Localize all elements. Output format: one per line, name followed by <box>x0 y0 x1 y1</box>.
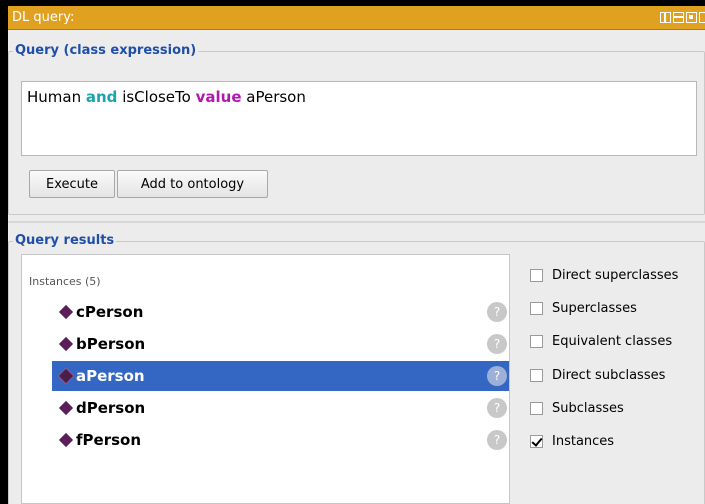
maximize-icon[interactable] <box>686 12 697 23</box>
option-superclasses[interactable]: Superclasses <box>530 298 705 318</box>
option-label: Instances <box>552 433 615 449</box>
option-instances[interactable]: Instances <box>530 431 705 451</box>
checkbox[interactable] <box>530 368 543 382</box>
checkbox-checked[interactable] <box>530 434 543 448</box>
expr-part: isCloseTo <box>117 88 196 106</box>
list-item-selected[interactable]: aPerson ? <box>52 361 509 391</box>
option-subclasses[interactable]: Subclasses <box>530 398 705 418</box>
window-controls <box>660 12 705 23</box>
keyword-and: and <box>85 88 118 106</box>
individual-icon <box>58 336 74 352</box>
help-icon[interactable]: ? <box>487 430 507 450</box>
option-direct-subclasses[interactable]: Direct subclasses <box>530 365 705 385</box>
option-label: Direct subclasses <box>552 367 666 383</box>
item-label: dPerson <box>76 399 146 417</box>
list-item[interactable]: dPerson ? <box>52 393 509 423</box>
individual-icon <box>58 400 74 416</box>
list-header: Instances (5) <box>29 275 101 288</box>
title-bar: DL query: <box>8 6 705 30</box>
item-label: bPerson <box>76 335 146 353</box>
item-label: fPerson <box>76 431 142 449</box>
query-editor[interactable]: Human and isCloseTo value aPerson <box>21 81 697 156</box>
query-expression: Human and isCloseTo value aPerson <box>27 88 306 106</box>
window-title: DL query: <box>12 10 75 25</box>
float-icon[interactable] <box>673 12 684 23</box>
help-icon[interactable]: ? <box>487 366 507 386</box>
option-direct-superclasses[interactable]: Direct superclasses <box>530 265 705 285</box>
execute-button[interactable]: Execute <box>29 170 115 198</box>
list-item[interactable]: fPerson ? <box>52 425 509 455</box>
query-legend: Query (class expression) <box>13 43 199 58</box>
item-label: aPerson <box>76 367 145 385</box>
help-icon[interactable]: ? <box>487 302 507 322</box>
option-equivalent-classes[interactable]: Equivalent classes <box>530 331 705 351</box>
keyword-value: value <box>195 88 242 106</box>
add-to-ontology-button[interactable]: Add to ontology <box>117 170 268 198</box>
individual-icon <box>58 368 74 384</box>
list-item[interactable]: bPerson ? <box>52 329 509 359</box>
checkbox[interactable] <box>530 301 543 315</box>
checkbox[interactable] <box>530 334 543 348</box>
checkbox[interactable] <box>530 401 543 415</box>
results-list[interactable]: Instances (5) cPerson ? bPerson ? aPerso… <box>21 254 510 504</box>
expr-part: aPerson <box>241 88 306 106</box>
help-icon[interactable]: ? <box>487 334 507 354</box>
list-item[interactable]: cPerson ? <box>52 297 509 327</box>
results-legend: Query results <box>13 233 117 248</box>
individual-icon <box>58 304 74 320</box>
close-icon[interactable] <box>699 12 705 23</box>
checkbox[interactable] <box>530 268 543 282</box>
individual-icon <box>58 432 74 448</box>
option-label: Superclasses <box>552 300 637 316</box>
help-icon[interactable]: ? <box>487 398 507 418</box>
option-label: Direct superclasses <box>552 267 679 283</box>
option-label: Equivalent classes <box>552 333 673 349</box>
expr-part: Human <box>27 88 86 106</box>
section-divider <box>8 221 705 223</box>
option-label: Subclasses <box>552 400 624 416</box>
item-label: cPerson <box>76 303 144 321</box>
split-view-icon[interactable] <box>660 12 671 23</box>
dl-query-window: DL query: Query (class expression) Human… <box>8 6 705 504</box>
